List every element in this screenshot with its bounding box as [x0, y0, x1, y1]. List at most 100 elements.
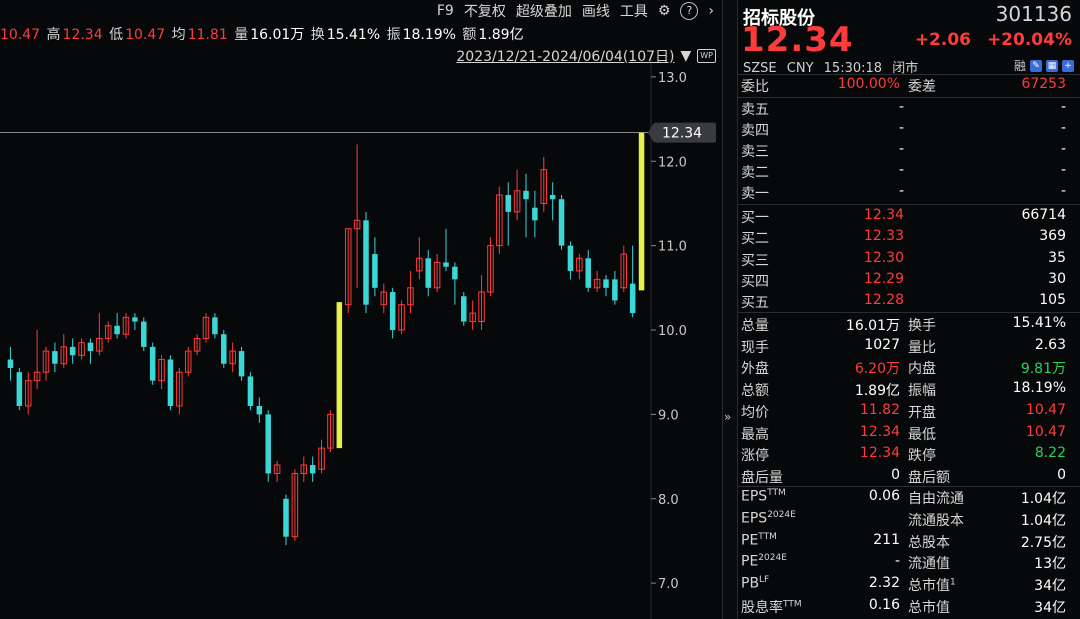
amplitude-value: 18.19%	[402, 27, 456, 43]
bid-label: 买三	[741, 252, 769, 269]
fundamental-label-suffix: 1	[950, 577, 956, 588]
f9-button[interactable]: F9	[437, 3, 454, 19]
divider	[737, 312, 1080, 313]
y-tick-label: 7.0	[658, 577, 679, 592]
candle-body-down	[87, 342, 94, 352]
no-adjust-button[interactable]: 不复权	[464, 1, 506, 21]
date-range-label[interactable]: 2023/12/21-2024/06/04(107日)	[456, 46, 674, 66]
last-price: 12.34	[741, 20, 854, 60]
ask-label: 卖一	[741, 186, 769, 202]
weibi-label: 委比	[741, 79, 769, 95]
weicha-value: 67253	[1021, 76, 1066, 92]
candle-body-down	[52, 351, 58, 364]
stat-label: 外盘	[741, 361, 769, 378]
dropdown-triangle-icon[interactable]: ▼	[680, 48, 691, 64]
y-tick-label: 9.0	[658, 408, 679, 423]
bid-row: 买三 12.30 35	[737, 250, 1080, 271]
change-amount: +2.06	[914, 30, 972, 50]
y-tick-label: 10.0	[658, 324, 687, 339]
fundamental-label-suffix: 2024E	[767, 509, 796, 520]
fundamental-row: EPSTTM 0.06 自由流通 1.04亿	[737, 488, 1080, 509]
divider	[737, 204, 1080, 205]
candle-body-down	[603, 279, 609, 288]
kline-chart-panel[interactable]: 13.0 12.0 11.0 10.0 9.0 8.0 7.0 12.34 F9 不复权 超级…	[0, 0, 722, 619]
candlestick-chart[interactable]: 13.0 12.0 11.0 10.0 9.0 8.0 7.0 12.34	[0, 0, 722, 619]
stats-row: 总量 16.01万 换手 15.41%	[737, 315, 1080, 336]
chart-icon[interactable]: ▦	[1046, 59, 1058, 72]
bid-label: 买一	[741, 210, 769, 226]
fundamental-value: 34亿	[1034, 600, 1066, 616]
gear-icon[interactable]: ⚙	[658, 3, 671, 19]
divider	[737, 74, 1080, 75]
fundamental-label-text: 自由流通	[908, 491, 964, 507]
fundamental-label-text: 流通值	[908, 556, 950, 573]
panel-divider[interactable]	[722, 0, 738, 619]
fundamental-label: 总股本	[908, 532, 950, 552]
overlay-button[interactable]: 超级叠加	[516, 1, 572, 21]
collapse-chevron-icon[interactable]: »	[724, 410, 731, 424]
fundamental-label-text: PB	[741, 575, 760, 592]
candle-body-down	[461, 296, 467, 322]
ask-price: -	[898, 99, 904, 115]
date-range-row: 2023/12/21-2024/06/04(107日) ▼ WP	[456, 46, 716, 66]
fundamental-label: EPSTTM	[741, 488, 786, 505]
avg-value: 11.81	[187, 27, 228, 43]
stat-label: 涨停	[741, 448, 769, 465]
ask-volume: -	[1060, 183, 1066, 199]
candle-body-down	[558, 199, 565, 246]
ask-volume: -	[1060, 141, 1066, 157]
fundamental-label-text: 总股本	[908, 534, 950, 551]
chevron-right-icon[interactable]: ›	[708, 3, 714, 19]
quote-panel: 招标股份 301136 12.34 +2.06 +20.04% SZSE CNY…	[737, 0, 1080, 619]
low-value: 10.47	[125, 27, 166, 43]
stats-row: 涨停 12.34 跌停 8.22	[737, 445, 1080, 466]
stat-value: 10.47	[1025, 401, 1066, 418]
fundamental-row: PE2024E - 流通值 13亿	[737, 553, 1080, 574]
divider	[737, 97, 1080, 98]
draw-line-button[interactable]: 画线	[582, 1, 610, 21]
stats-row: 现手 1027 量比 2.63	[737, 337, 1080, 358]
turnover-value: 15.41%	[326, 27, 381, 43]
meta-icons: 融 ✎ ▦ +	[1014, 57, 1074, 74]
high-label: 高	[46, 27, 61, 43]
ask-label: 卖二	[741, 165, 769, 181]
margin-tag: 融	[1013, 59, 1026, 73]
add-icon[interactable]: +	[1062, 59, 1074, 72]
fundamental-value: 2.75亿	[1020, 534, 1066, 551]
edit-icon[interactable]: ✎	[1030, 59, 1042, 72]
ask-price: -	[898, 120, 904, 136]
bid-label: 买四	[741, 273, 769, 290]
stat-value: 8.22	[1034, 445, 1066, 462]
bid-label: 买五	[741, 295, 769, 312]
fundamental-row: PETTM 211 总股本 2.75亿	[737, 532, 1080, 553]
fundamental-label-text: PE	[741, 554, 759, 571]
fundamental-label: 股息率TTM	[741, 597, 802, 617]
fundamental-label: 总市值	[908, 597, 950, 617]
candle-body-down	[532, 207, 538, 221]
stat-value: 2.63	[1034, 336, 1066, 353]
fundamental-label-text: EPS	[741, 510, 768, 527]
candle-body-down	[167, 359, 174, 406]
wp-badge-icon[interactable]: WP	[697, 49, 716, 63]
fundamental-label-suffix: LF	[759, 575, 770, 586]
tools-button[interactable]: 工具	[620, 1, 648, 21]
change-percent: +20.04%	[986, 30, 1072, 50]
fundamental-label-suffix: TTM	[767, 488, 786, 498]
fundamental-label-text: 总市值	[908, 600, 950, 616]
fundamental-label: EPS2024E	[741, 510, 796, 527]
candle-body-down	[247, 376, 254, 406]
ask-row: 卖三 - -	[737, 141, 1080, 162]
fundamental-label: PBLF	[741, 575, 769, 592]
stat-value: 11.82	[859, 401, 900, 418]
weibi-value: 100.00%	[837, 76, 900, 92]
candle-body-limit-up	[336, 302, 343, 449]
ask-price: -	[898, 141, 904, 157]
candle-body-down	[114, 325, 120, 335]
stat-value: 18.19%	[1012, 380, 1066, 397]
bid-row: 买二 12.33 369	[737, 228, 1080, 249]
stats-row: 外盘 6.20万 内盘 9.81万	[737, 358, 1080, 379]
help-icon[interactable]: ?	[680, 2, 699, 20]
fundamental-row: EPS2024E 流通股本 1.04亿	[737, 510, 1080, 531]
bid-price: 12.30	[863, 249, 904, 266]
stat-label: 内盘	[908, 361, 936, 378]
